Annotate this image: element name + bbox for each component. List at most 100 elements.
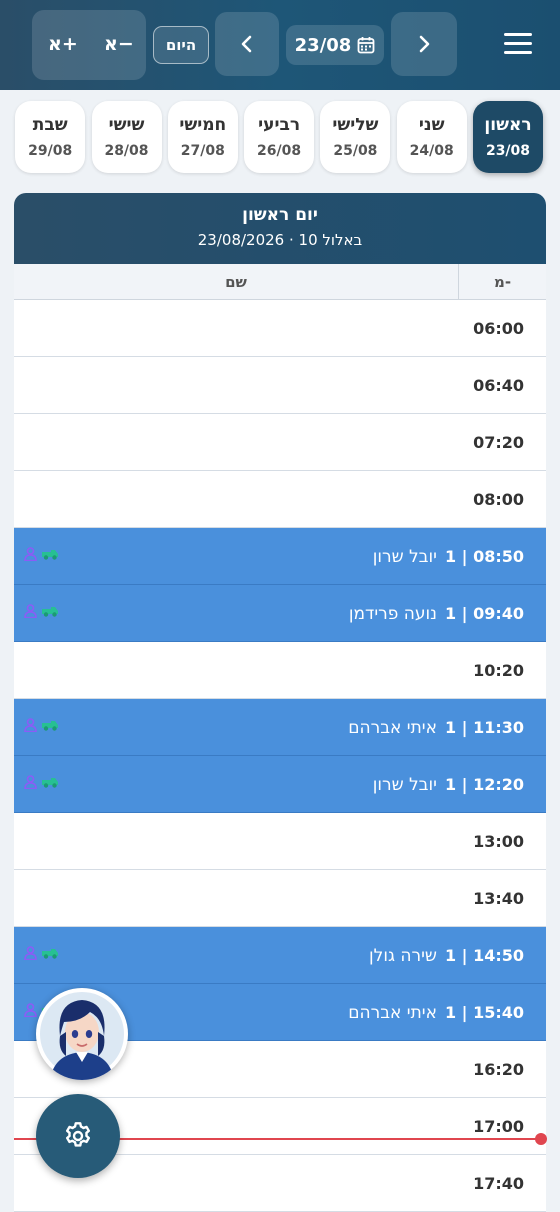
time-slot-row[interactable]: 10:20 [14,642,546,699]
booking-info: 14:50 | 1שירה גולן [369,946,524,966]
day-subtitle: 23/08/2026 · 10 באלול [197,231,363,249]
column-header-from: מ- [458,264,546,300]
day-tab-name: שישי [108,115,145,135]
day-tab[interactable]: שישי 28/08 [91,101,162,173]
slot-time: 06:00 [473,319,524,338]
day-tab-name: רביעי [258,115,301,135]
booking-info: 12:20 | 1יובל שרון [372,775,524,795]
person-icon [24,775,37,789]
booking-info: 15:40 | 1איתי אברהם [348,1003,524,1023]
slot-time: 17:40 [473,1174,524,1193]
person-icon [24,547,37,561]
booking-info: 09:40 | 1נועה פרידמן [348,604,524,624]
day-tab[interactable]: חמישי 27/08 [167,101,238,173]
day-tab-name: חמישי [179,115,227,135]
day-tab[interactable]: שלישי 25/08 [320,101,391,173]
slot-time: 13:40 [473,889,524,908]
slot-time: 07:20 [473,433,524,452]
day-tab-date: 23/08 [485,143,531,159]
slot-time: 16:20 [473,1060,524,1079]
slot-time: 06:40 [473,376,524,395]
booking-icons [24,775,59,789]
booking-info: 08:50 | 1יובל שרון [372,547,524,567]
booking-icons [24,718,59,732]
slot-time: 14:50 [473,946,524,965]
slot-time: 09:40 [473,604,524,623]
time-slot-row[interactable]: 06:40 [14,357,546,414]
person-icon [24,1003,37,1017]
slot-time: 10:20 [473,661,524,680]
client-name: יובל שרון [372,547,437,567]
font-decrease-button[interactable]: א− [104,33,134,55]
booking-count: 1 [444,604,457,623]
vehicle-icon [42,607,58,617]
slot-time: 11:30 [473,718,524,737]
font-size-controls: א+ א− [32,10,146,80]
booked-slot-row[interactable]: 09:40 | 1נועה פרידמן [14,585,546,642]
slot-time: 15:40 [473,1003,524,1022]
vehicle-icon [42,778,58,788]
day-tab[interactable]: רביעי 26/08 [244,101,315,173]
client-name: יובל שרון [372,775,437,795]
previous-week-button[interactable] [215,12,279,76]
assistant-avatar[interactable] [36,988,128,1080]
day-tab-date: 29/08 [28,143,73,159]
vehicle-icon [42,721,58,731]
time-slot-row[interactable]: 08:00 [14,471,546,528]
time-slot-row[interactable]: 13:00 [14,813,546,870]
booked-slot-row[interactable]: 12:20 | 1יובל שרון [14,756,546,813]
client-name: איתי אברהם [348,718,437,738]
day-tab-name: ראשון [484,115,532,135]
top-bar: א+ א− היום 23/08 [0,0,560,90]
booking-count: 1 [444,718,457,737]
booking-count: 1 [444,1003,457,1022]
client-name: שירה גולן [369,946,437,966]
settings-button[interactable] [36,1094,120,1178]
chevron-left-icon [241,35,252,53]
booking-icons [24,547,59,561]
column-header-name: שם [225,273,247,291]
time-slot-row[interactable]: 13:40 [14,870,546,927]
day-tab-date: 26/08 [257,143,302,159]
booking-count: 1 [444,946,457,965]
slot-time: 08:00 [473,490,524,509]
booking-count: 1 [444,775,457,794]
person-icon [24,604,37,618]
today-button[interactable]: היום [153,26,209,64]
booked-slot-row[interactable]: 11:30 | 1איתי אברהם [14,699,546,756]
booked-slot-row[interactable]: 08:50 | 1יובל שרון [14,528,546,585]
day-tab[interactable]: ראשון 23/08 [473,101,543,173]
booking-count: 1 [444,547,457,566]
client-name: נועה פרידמן [348,604,437,624]
booking-icons [24,604,59,618]
hamburger-menu-icon[interactable] [504,33,532,55]
next-week-button[interactable] [391,12,457,76]
slot-time: 13:00 [473,832,524,851]
booked-slot-row[interactable]: 14:50 | 1שירה גולן [14,927,546,984]
client-name: איתי אברהם [348,1003,437,1023]
day-title: יום ראשון [242,205,318,225]
slot-time: 12:20 [473,775,524,794]
day-tab-date: 28/08 [104,143,149,159]
current-date: 23/08 [294,34,352,56]
current-time-dot [535,1133,547,1145]
calendar-icon [357,37,375,54]
booking-icons [24,946,59,960]
day-tab-date: 24/08 [409,143,454,159]
schedule-header: יום ראשון 23/08/2026 · 10 באלול [14,193,546,264]
slot-time: 08:50 [473,547,524,566]
time-slot-row[interactable]: 07:20 [14,414,546,471]
vehicle-icon [42,949,58,959]
day-tab-date: 25/08 [333,143,378,159]
day-tab[interactable]: שני 24/08 [396,101,467,173]
day-tab-name: שני [418,115,445,135]
slot-time: 17:00 [473,1117,524,1136]
date-picker[interactable]: 23/08 [286,25,384,65]
day-tab-name: שבת [32,115,68,135]
person-icon [24,718,37,732]
day-tab[interactable]: שבת 29/08 [15,101,86,173]
vehicle-icon [42,550,58,560]
font-increase-button[interactable]: א+ [48,33,78,55]
avatar-illustration [40,992,124,1080]
time-slot-row[interactable]: 06:00 [14,300,546,357]
